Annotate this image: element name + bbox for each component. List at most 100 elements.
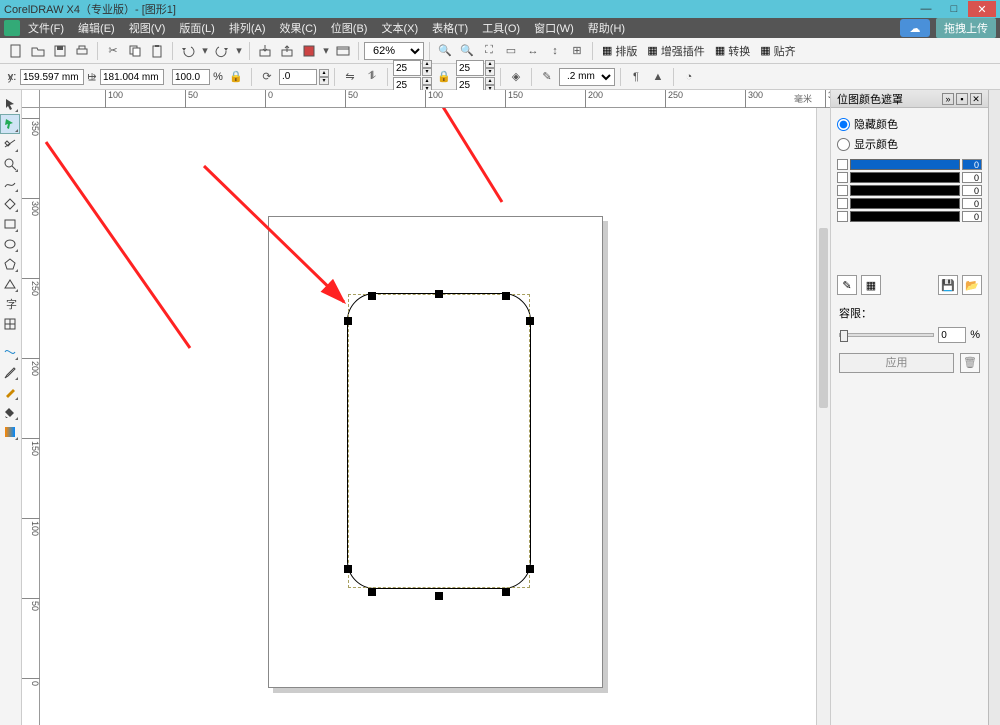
handle-bl-radius[interactable] [368, 588, 376, 596]
rotation-input[interactable] [279, 69, 317, 85]
menu-window[interactable]: 窗口(W) [528, 18, 580, 38]
docker-tab-strip[interactable] [988, 90, 1000, 725]
welcome-icon[interactable] [333, 41, 353, 61]
ruler-vertical[interactable]: 350300250200150100500 [22, 108, 40, 725]
close-button[interactable]: ✕ [968, 1, 996, 17]
redo-icon[interactable] [212, 41, 232, 61]
freehand-tool[interactable] [0, 174, 20, 194]
print-icon[interactable] [72, 41, 92, 61]
apply-button[interactable]: 应用 [839, 353, 954, 373]
trash-icon[interactable]: 🗑 [960, 353, 980, 373]
save-mask-icon[interactable]: 💾 [938, 275, 958, 295]
app-launcher-icon[interactable] [299, 41, 319, 61]
mirror-h-icon[interactable]: ⇋ [340, 67, 360, 87]
mask-row-5[interactable]: 0 [837, 210, 982, 223]
align-button[interactable]: ▦ 贴齐 [756, 43, 799, 59]
layout-button[interactable]: ▦ 排版 [598, 43, 641, 59]
handle-s[interactable] [435, 592, 443, 600]
maximize-button[interactable]: □ [940, 1, 968, 17]
menu-file[interactable]: 文件(F) [22, 18, 70, 38]
tolerance-slider[interactable] [839, 333, 934, 337]
menu-tools[interactable]: 工具(O) [476, 18, 526, 38]
menu-bitmap[interactable]: 位图(B) [325, 18, 374, 38]
corner-tr-input[interactable] [456, 60, 484, 76]
menu-view[interactable]: 视图(V) [123, 18, 172, 38]
zoom-tool[interactable] [0, 154, 20, 174]
handle-br-radius[interactable] [502, 588, 510, 596]
menu-table[interactable]: 表格(T) [426, 18, 474, 38]
mask-row-3[interactable]: 0 [837, 184, 982, 197]
scrollbar-thumb[interactable] [819, 228, 828, 408]
mask-row-2[interactable]: 0 [837, 171, 982, 184]
convert-button[interactable]: ▦ 转换 [711, 43, 754, 59]
handle-tr-radius[interactable] [502, 292, 510, 300]
handle-nw-corner[interactable] [344, 317, 352, 325]
zoom-width-icon[interactable]: ↔ [523, 41, 543, 61]
mirror-v-icon[interactable]: ⥮ [362, 67, 382, 87]
radio-hide-colors[interactable]: 隐藏颜色 [837, 114, 982, 134]
interactive-tool[interactable] [0, 342, 20, 362]
export-icon[interactable] [277, 41, 297, 61]
shape-tool[interactable] [0, 114, 20, 134]
menu-help[interactable]: 帮助(H) [582, 18, 631, 38]
redo-dropdown-icon[interactable]: ▾ [234, 41, 244, 61]
canvas[interactable] [40, 108, 830, 725]
handle-tl-radius[interactable] [368, 292, 376, 300]
pick-tool[interactable] [0, 94, 20, 114]
mask-row-1[interactable]: 0 [837, 158, 982, 171]
radio-show-colors[interactable]: 显示颜色 [837, 134, 982, 154]
import-icon[interactable] [255, 41, 275, 61]
panel-menu-icon[interactable]: ▪ [956, 93, 968, 105]
ruler-origin[interactable] [22, 90, 40, 108]
zoom-page-icon[interactable]: ▭ [501, 41, 521, 61]
panel-close-icon[interactable]: ✕ [970, 93, 982, 105]
tr-spinner[interactable]: ▴▾ [485, 60, 495, 76]
basic-shapes-tool[interactable] [0, 274, 20, 294]
ellipse-tool[interactable] [0, 234, 20, 254]
convert-curve-icon[interactable]: ◔ [679, 67, 699, 87]
ruler-horizontal[interactable]: 毫米 10050050100150200250300350 [40, 90, 830, 108]
corner-lock-icon[interactable]: 🔒 [434, 67, 454, 87]
height-input[interactable] [100, 69, 164, 85]
eyedropper-tool[interactable] [0, 362, 20, 382]
outline-tool[interactable] [0, 382, 20, 402]
menu-edit[interactable]: 编辑(E) [72, 18, 121, 38]
polygon-tool[interactable] [0, 254, 20, 274]
canvas-area[interactable]: 毫米 10050050100150200250300350 3503002502… [22, 90, 830, 725]
rectangle-tool[interactable] [0, 214, 20, 234]
menu-text[interactable]: 文本(X) [375, 18, 424, 38]
save-icon[interactable] [50, 41, 70, 61]
undo-icon[interactable] [178, 41, 198, 61]
handle-ne-corner[interactable] [526, 317, 534, 325]
crop-tool[interactable] [0, 134, 20, 154]
zoom-all-icon[interactable]: ⊞ [567, 41, 587, 61]
upload-button[interactable]: 拖拽上传 [936, 18, 996, 38]
zoom-height-icon[interactable]: ↕ [545, 41, 565, 61]
menu-arrange[interactable]: 排列(A) [223, 18, 272, 38]
undo-dropdown-icon[interactable]: ▾ [200, 41, 210, 61]
panel-collapse-icon[interactable]: » [942, 93, 954, 105]
tolerance-input[interactable] [938, 327, 966, 343]
handle-n[interactable] [435, 290, 443, 298]
cloud-icon[interactable]: ☁ [900, 19, 930, 37]
eyedropper-mask-icon[interactable]: ✎ [837, 275, 857, 295]
handle-sw-corner[interactable] [344, 565, 352, 573]
edit-color-icon[interactable]: ▦ [861, 275, 881, 295]
smart-fill-tool[interactable] [0, 194, 20, 214]
paste-icon[interactable] [147, 41, 167, 61]
corner-tl-input[interactable] [393, 60, 421, 76]
fill-tool[interactable] [0, 402, 20, 422]
zoom-in-icon[interactable]: 🔍 [435, 41, 455, 61]
handle-se-corner[interactable] [526, 565, 534, 573]
stroke-width-select[interactable]: .2 mm [559, 68, 615, 86]
interactive-fill-tool[interactable] [0, 422, 20, 442]
text-tool[interactable]: 字 [0, 294, 20, 314]
new-icon[interactable] [6, 41, 26, 61]
open-mask-icon[interactable]: 📂 [962, 275, 982, 295]
zoom-select[interactable]: 62% [364, 42, 424, 60]
to-front-icon[interactable]: ▲ [648, 67, 668, 87]
copy-icon[interactable] [125, 41, 145, 61]
plugin-button[interactable]: ▦ 增强插件 [643, 43, 708, 59]
cut-icon[interactable]: ✂ [103, 41, 123, 61]
menu-layout[interactable]: 版面(L) [173, 18, 220, 38]
